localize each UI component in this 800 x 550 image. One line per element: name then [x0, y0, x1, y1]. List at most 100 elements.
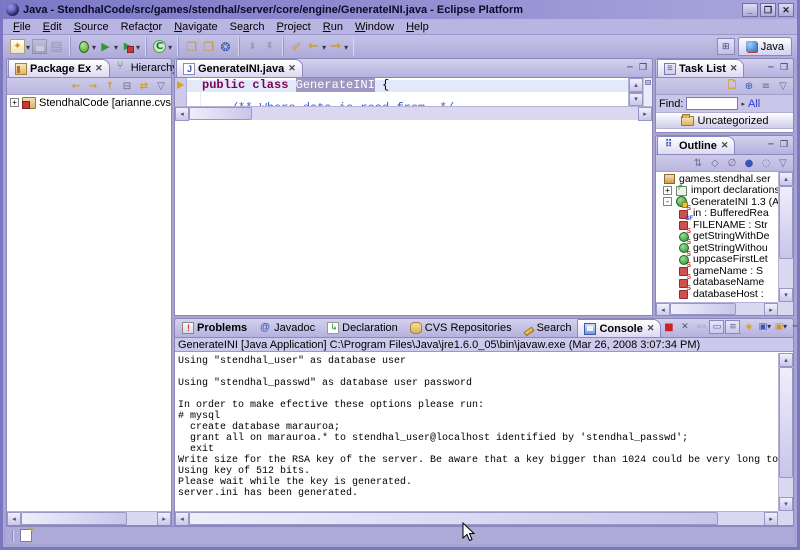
scroll-thumb[interactable]	[779, 186, 793, 259]
pin-console-icon[interactable]	[741, 320, 756, 334]
scroll-right-arrow[interactable]: ▸	[764, 303, 778, 316]
up-icon[interactable]: ↑	[103, 79, 117, 93]
scroll-left-arrow[interactable]: ◂	[7, 512, 21, 526]
outline-item[interactable]: databaseHost :	[656, 288, 778, 300]
outline-item[interactable]: FILENAME : Str	[656, 219, 778, 231]
close-tab-icon[interactable]: ✕	[287, 63, 296, 74]
minimize-button[interactable]: _	[742, 3, 758, 17]
scroll-right-arrow[interactable]: ▸	[157, 512, 171, 526]
dropdown-arrow-icon[interactable]	[26, 41, 30, 53]
overview-ruler[interactable]	[643, 78, 652, 106]
menu-source[interactable]: Source	[68, 20, 115, 34]
close-tab-icon[interactable]: ✕	[729, 63, 738, 74]
expand-icon[interactable]: +	[10, 98, 19, 107]
console-hscrollbar[interactable]: ◂ ▸	[175, 511, 778, 525]
dropdown-arrow-icon[interactable]	[767, 322, 771, 332]
find-all-link[interactable]: All	[748, 98, 760, 110]
forward-button[interactable]	[327, 38, 349, 55]
hide-static-icon[interactable]: ∅	[725, 156, 739, 170]
minimize-view-button[interactable]: ─	[789, 322, 800, 333]
scroll-right-arrow[interactable]: ▸	[638, 107, 652, 121]
link-editor-icon[interactable]: ⇄	[137, 79, 151, 93]
outline-tree[interactable]: games.stendhal.ser+import declarations-G…	[656, 172, 778, 302]
minimize-view-button[interactable]: ─	[765, 140, 777, 151]
dropdown-arrow-icon[interactable]	[322, 41, 326, 53]
run-external-button[interactable]	[119, 38, 141, 55]
forward-icon[interactable]: →	[86, 79, 100, 93]
view-menu-icon[interactable]: ▽	[776, 156, 790, 170]
dropdown-arrow-icon[interactable]	[344, 41, 348, 53]
tab-generateini-java[interactable]: GenerateINI.java✕	[176, 59, 303, 77]
editor-vscrollbar[interactable]: ▴ ▾	[628, 78, 643, 106]
open-perspective-icon[interactable]: ⊞	[717, 38, 735, 55]
menu-project[interactable]: Project	[271, 20, 317, 34]
scroll-up-arrow[interactable]: ▴	[779, 353, 793, 367]
scroll-up-arrow[interactable]: ▴	[779, 172, 793, 186]
package-explorer-hscrollbar[interactable]: ◂ ▸	[7, 511, 171, 525]
scroll-down-arrow[interactable]: ▾	[779, 288, 793, 302]
outline-item[interactable]: databaseName	[656, 277, 778, 289]
terminate-icon[interactable]	[661, 320, 676, 334]
scroll-thumb[interactable]	[629, 92, 643, 94]
remove-launch-icon[interactable]	[677, 320, 692, 334]
new-task-icon[interactable]: 🗋	[725, 79, 739, 93]
tab-search[interactable]: Search	[518, 319, 578, 337]
scroll-left-arrow[interactable]: ◂	[656, 303, 670, 316]
display-selected-console-icon[interactable]	[757, 320, 772, 334]
scroll-left-arrow[interactable]: ◂	[175, 107, 189, 121]
close-tab-icon[interactable]: ✕	[720, 140, 729, 151]
tab-javadoc[interactable]: Javadoc	[253, 319, 321, 337]
hide-local-types-icon[interactable]: ◌	[759, 156, 773, 170]
dropdown-arrow-icon[interactable]	[114, 41, 118, 53]
maximize-view-button[interactable]: ❒	[637, 63, 649, 74]
search-button[interactable]	[217, 38, 234, 55]
overview-marker[interactable]	[645, 80, 651, 85]
titlebar[interactable]: Java - StendhalCode/src/games/stendhal/s…	[3, 0, 797, 19]
dropdown-arrow-icon[interactable]	[136, 41, 140, 53]
scroll-thumb[interactable]	[21, 512, 127, 525]
outline-item[interactable]: uppcaseFirstLet	[656, 254, 778, 266]
close-tab-icon[interactable]: ✕	[646, 323, 655, 334]
menu-navigate[interactable]: Navigate	[168, 20, 223, 34]
menu-edit[interactable]: Edit	[37, 20, 68, 34]
close-button[interactable]: ✕	[778, 3, 794, 17]
open-console-icon[interactable]	[773, 320, 788, 334]
scroll-thumb[interactable]	[779, 367, 793, 478]
maximize-button[interactable]: ❐	[760, 3, 776, 17]
dropdown-arrow-icon[interactable]	[168, 41, 172, 53]
outline-item[interactable]: +import declarations	[656, 185, 778, 197]
annotation-ruler[interactable]	[175, 78, 187, 106]
dropdown-arrow-icon[interactable]	[783, 322, 787, 332]
tab-package-ex[interactable]: Package Ex✕	[8, 59, 110, 77]
run-button[interactable]	[97, 38, 119, 55]
hide-nonpublic-icon[interactable]: ●	[742, 156, 756, 170]
tab-console[interactable]: Console✕	[577, 319, 661, 337]
task-category-row[interactable]: Uncategorized	[656, 113, 793, 129]
sort-icon[interactable]: ⇅	[691, 156, 705, 170]
expand-icon[interactable]: -	[663, 197, 672, 206]
console-vscrollbar[interactable]: ▴ ▾	[778, 353, 793, 511]
tab-outline[interactable]: Outline✕	[657, 136, 735, 154]
view-menu-icon[interactable]: ▽	[154, 79, 168, 93]
dropdown-arrow-icon[interactable]	[92, 41, 96, 53]
clear-console-icon[interactable]	[709, 320, 724, 334]
outline-item[interactable]: getStringWithou	[656, 242, 778, 254]
minimize-view-button[interactable]: ─	[765, 63, 777, 74]
outline-hscrollbar[interactable]: ◂ ▸	[656, 302, 778, 315]
scroll-right-arrow[interactable]: ▸	[764, 512, 778, 526]
new-class-button[interactable]	[151, 38, 173, 55]
menu-refactor[interactable]: Refactor	[115, 20, 169, 34]
back-icon[interactable]: ←	[69, 79, 83, 93]
scroll-left-arrow[interactable]: ◂	[175, 512, 189, 526]
show-tree-icon[interactable]: ≡	[759, 79, 773, 93]
menu-window[interactable]: Window	[349, 20, 400, 34]
tab-task-list[interactable]: Task List✕	[657, 59, 744, 77]
editor-hscrollbar[interactable]: ◂ ▸	[175, 106, 652, 120]
outline-item[interactable]: getStringWithDe	[656, 231, 778, 243]
new-wizard-button[interactable]	[9, 38, 31, 55]
debug-button[interactable]	[75, 38, 97, 55]
hide-fields-icon[interactable]: ◇	[708, 156, 722, 170]
categorize-icon[interactable]: ⊕	[742, 79, 756, 93]
outline-item[interactable]: in : BufferedRea	[656, 208, 778, 220]
outline-item[interactable]: -GenerateINI 1.3 (A	[656, 196, 778, 208]
